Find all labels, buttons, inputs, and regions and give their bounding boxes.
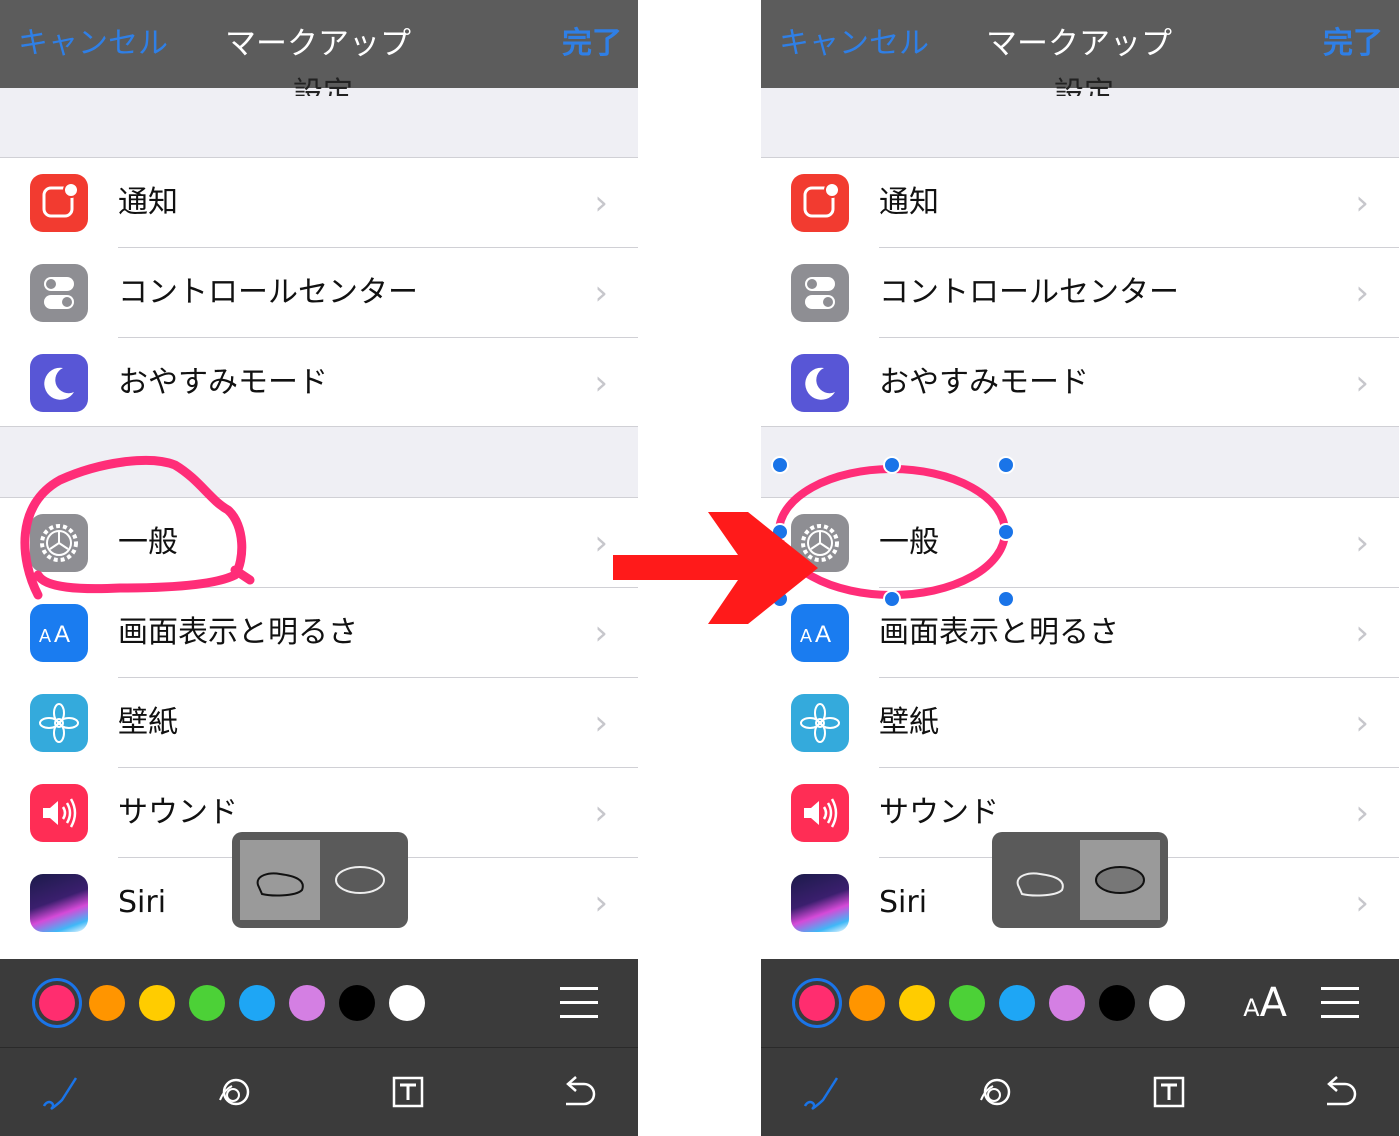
tools-toolbar <box>0 1047 638 1136</box>
text-size-large-glyph: A <box>1259 980 1287 1026</box>
color-swatch-blue[interactable] <box>999 985 1035 1021</box>
pen-tool-icon[interactable] <box>799 1070 843 1114</box>
color-swatch-green[interactable] <box>949 985 985 1021</box>
freeform-shape-button[interactable] <box>240 840 320 920</box>
line-width-menu-icon[interactable] <box>560 987 598 1019</box>
text-tool-icon[interactable] <box>386 1070 430 1114</box>
transition-arrow-icon <box>613 512 818 624</box>
shape-suggestion-popup <box>992 832 1168 928</box>
color-swatch-yellow[interactable] <box>899 985 935 1021</box>
oval-shape-icon <box>1095 866 1145 894</box>
undo-icon[interactable] <box>1317 1070 1361 1114</box>
freeform-shape-icon <box>256 872 304 897</box>
color-swatch-white[interactable] <box>389 985 425 1021</box>
freeform-shape-button[interactable] <box>1000 840 1080 920</box>
color-swatch-pink[interactable] <box>799 985 835 1021</box>
color-swatch-yellow[interactable] <box>139 985 175 1021</box>
oval-shape-button[interactable] <box>1080 840 1160 920</box>
panel-before: キャンセル マークアップ 完了 設定 通知 › コントロールセンター › おやす… <box>0 0 638 1136</box>
color-swatch-orange[interactable] <box>849 985 885 1021</box>
tools-toolbar <box>761 1047 1399 1136</box>
magnifier-tool-icon[interactable] <box>212 1070 256 1114</box>
resize-handle[interactable] <box>883 456 901 474</box>
line-width-menu-icon[interactable] <box>1321 987 1359 1019</box>
oval-shape-button[interactable] <box>320 840 400 920</box>
color-swatch-pink[interactable] <box>39 985 75 1021</box>
text-size-small-glyph: A <box>1243 994 1260 1022</box>
color-swatch-purple[interactable] <box>289 985 325 1021</box>
color-swatch-black[interactable] <box>1099 985 1135 1021</box>
text-tool-icon[interactable] <box>1147 1070 1191 1114</box>
resize-handle[interactable] <box>997 456 1015 474</box>
color-toolbar: AA <box>761 959 1399 1047</box>
color-swatch-white[interactable] <box>1149 985 1185 1021</box>
color-toolbar <box>0 959 638 1047</box>
shape-suggestion-popup <box>232 832 408 928</box>
magnifier-tool-icon[interactable] <box>973 1070 1017 1114</box>
panel-after: キャンセル マークアップ 完了 設定 通知 › コントロールセンター › おやす… <box>761 0 1399 1136</box>
color-swatch-blue[interactable] <box>239 985 275 1021</box>
resize-handle[interactable] <box>771 456 789 474</box>
color-swatch-black[interactable] <box>339 985 375 1021</box>
resize-handle[interactable] <box>997 523 1015 541</box>
color-swatch-purple[interactable] <box>1049 985 1085 1021</box>
color-swatch-green[interactable] <box>189 985 225 1021</box>
resize-handle[interactable] <box>997 590 1015 608</box>
undo-icon[interactable] <box>556 1070 600 1114</box>
oval-shape-icon <box>335 866 385 894</box>
color-swatch-orange[interactable] <box>89 985 125 1021</box>
freeform-shape-icon <box>1016 872 1064 897</box>
resize-handle[interactable] <box>883 590 901 608</box>
pen-tool-icon[interactable] <box>38 1070 82 1114</box>
text-size-button[interactable]: AA <box>1243 981 1287 1033</box>
